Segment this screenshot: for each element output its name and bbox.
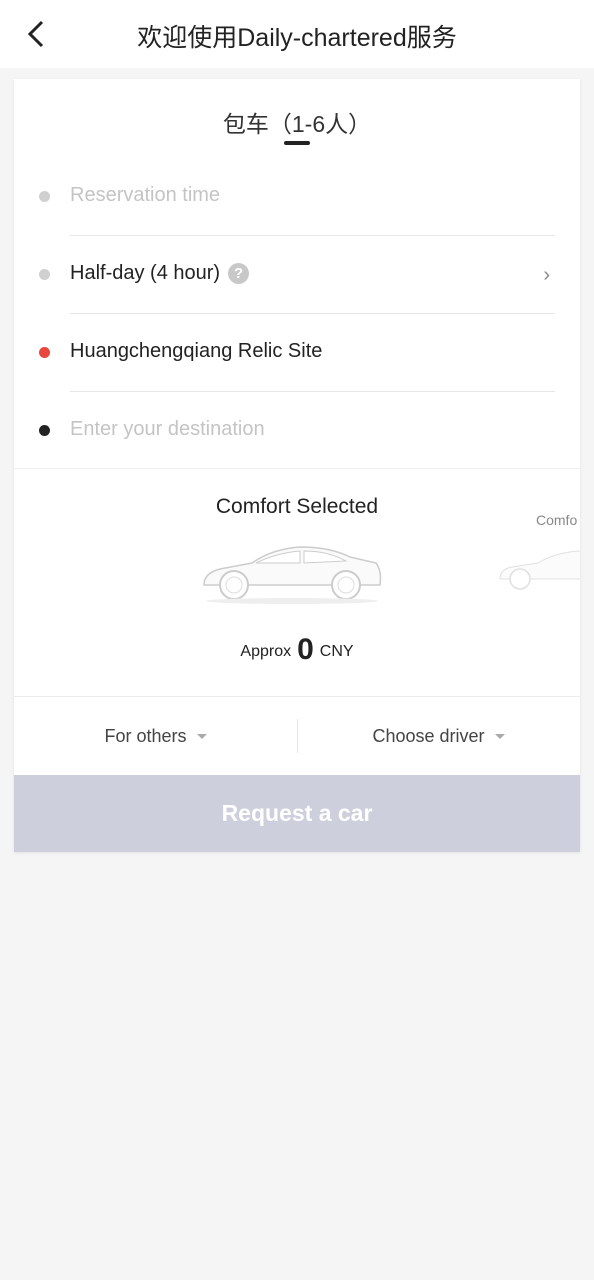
booking-card: 包车（1-6人） Reservation time Half-day (4 ho… [14, 79, 580, 852]
caret-down-icon [196, 734, 207, 739]
duration-field[interactable]: Half-day (4 hour)? › [14, 236, 580, 314]
help-icon[interactable]: ? [228, 263, 250, 284]
destination-placeholder: Enter your destination [70, 418, 265, 440]
tab-indicator [284, 141, 310, 145]
choose-driver-dropdown[interactable]: Choose driver [297, 697, 580, 775]
chevron-right-icon: › [543, 264, 550, 286]
page-title: 欢迎使用Daily-chartered服务 [137, 24, 457, 52]
header: 欢迎使用Daily-chartered服务 [0, 0, 594, 68]
price-value: 0 [297, 633, 314, 666]
tab-charter[interactable]: 包车（1-6人） [14, 105, 580, 139]
destination-field[interactable]: Enter your destination [14, 392, 580, 470]
reservation-placeholder: Reservation time [70, 184, 221, 206]
car-type-selected: Comfort Selected [215, 495, 379, 518]
car-image-next[interactable] [498, 547, 580, 591]
pickup-field[interactable]: Huangchengqiang Relic Site [14, 314, 580, 392]
price-estimate: Approx 0 CNY [240, 633, 354, 666]
reservation-time-field[interactable]: Reservation time [14, 158, 580, 236]
pickup-value: Huangchengqiang Relic Site [70, 340, 323, 362]
destination-dot-icon [39, 425, 50, 436]
request-car-button[interactable]: Request a car [14, 775, 580, 852]
car-carousel[interactable]: Comfort Selected Comfo Approx 0 CNY [14, 468, 580, 697]
dot-icon [39, 191, 50, 202]
car-image[interactable] [200, 541, 384, 607]
pickup-dot-icon [39, 347, 50, 358]
caret-down-icon [494, 734, 505, 739]
dot-icon [39, 269, 50, 280]
duration-value: Half-day (4 hour) [70, 262, 221, 284]
car-type-next[interactable]: Comfo [536, 512, 577, 528]
for-others-dropdown[interactable]: For others [14, 697, 297, 775]
options-bar: For others Choose driver [14, 697, 580, 775]
